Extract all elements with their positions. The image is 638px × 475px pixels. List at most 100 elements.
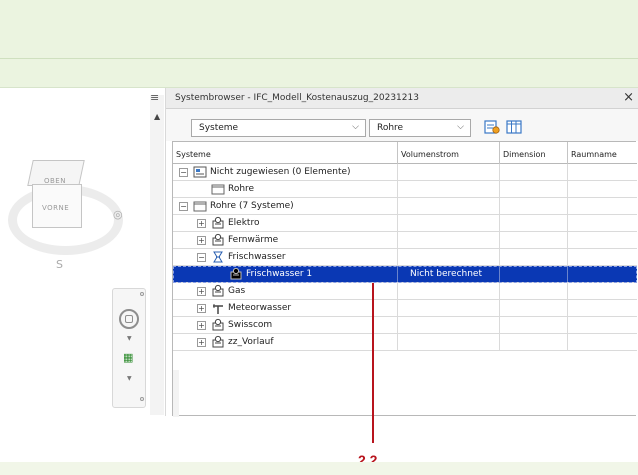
column-header-raumname[interactable]: Raumname <box>568 142 637 164</box>
cell-system[interactable] <box>173 232 398 248</box>
cell-dimension[interactable] <box>500 181 568 197</box>
expand-icon[interactable]: + <box>197 338 206 347</box>
cell-volumenstrom[interactable]: Nicht berechnet <box>398 266 500 282</box>
column-settings-icon[interactable] <box>506 119 522 135</box>
tree-row[interactable]: + Swisscom <box>173 317 637 334</box>
grid-header: Systeme Volumenstrom Dimension Raumname <box>173 142 637 164</box>
cell-raumname[interactable] <box>568 249 637 265</box>
cell-raumname[interactable] <box>568 232 637 248</box>
navigation-bar: ▼ ▦ ▼ <box>112 288 146 408</box>
tree-row[interactable]: − Rohre (7 Systeme) <box>173 198 637 215</box>
steering-wheel-icon[interactable] <box>119 309 139 329</box>
cell-dimension[interactable] <box>500 283 568 299</box>
cell-volumenstrom[interactable] <box>398 164 500 180</box>
cell-raumname[interactable] <box>568 317 637 333</box>
cell-volumenstrom[interactable] <box>398 232 500 248</box>
cell-system[interactable] <box>173 215 398 231</box>
cell-system[interactable] <box>173 283 398 299</box>
piping-system-icon <box>212 216 224 229</box>
cell-system[interactable] <box>173 317 398 333</box>
cell-raumname[interactable] <box>568 283 637 299</box>
expand-icon[interactable]: + <box>197 219 206 228</box>
bottom-band <box>0 462 638 475</box>
tree-row-label: Frischwasser <box>228 252 286 262</box>
cell-dimension[interactable] <box>500 300 568 316</box>
cell-dimension[interactable] <box>500 164 568 180</box>
cell-volumenstrom[interactable] <box>398 215 500 231</box>
cell-dimension[interactable] <box>500 266 568 282</box>
cell-dimension[interactable] <box>500 334 568 350</box>
tree-row[interactable]: Rohre <box>173 181 637 198</box>
panel-titlebar[interactable]: ≡ Systembrowser - IFC_Modell_Kostenauszu… <box>150 88 638 109</box>
column-header-dimension[interactable]: Dimension <box>500 142 568 164</box>
cell-dimension[interactable] <box>500 232 568 248</box>
cell-raumname[interactable] <box>568 198 637 214</box>
tree-row-label: Frischwasser 1 <box>246 269 313 279</box>
ribbon-divider <box>0 58 638 59</box>
tree-row-label: zz_Vorlauf <box>228 337 274 347</box>
tree-row[interactable]: − Nicht zugewiesen (0 Elemente) <box>173 164 637 181</box>
tree-row[interactable]: + Elektro <box>173 215 637 232</box>
system-settings-icon[interactable] <box>484 119 500 135</box>
tree-row[interactable]: + Meteorwasser <box>173 300 637 317</box>
cell-volumenstrom[interactable] <box>398 249 500 265</box>
tree-row[interactable]: + Fernwärme <box>173 232 637 249</box>
collapse-icon[interactable]: − <box>179 168 188 177</box>
cell-dimension[interactable] <box>500 249 568 265</box>
close-icon[interactable]: × <box>623 90 634 105</box>
cell-volumenstrom[interactable] <box>398 283 500 299</box>
panel-toolbar: Systeme ⌵ Rohre ⌵ <box>166 109 638 141</box>
chevron-down-icon: ⌵ <box>352 122 359 132</box>
cell-raumname[interactable] <box>568 334 637 350</box>
viewcube-rotate-icon[interactable]: ◎ <box>113 208 123 221</box>
tree-row-label: Nicht zugewiesen (0 Elemente) <box>210 167 351 177</box>
viewcube-compass-icon[interactable]: S <box>56 258 63 271</box>
systems-dropdown[interactable]: Systeme ⌵ <box>191 119 366 137</box>
discipline-dropdown-value: Rohre <box>377 123 404 133</box>
panel-menu-icon[interactable]: ≡ <box>150 91 159 104</box>
expand-icon[interactable]: + <box>197 304 206 313</box>
tree-row[interactable]: − Frischwasser <box>173 249 637 266</box>
ribbon-area <box>0 0 638 88</box>
chevron-down-icon[interactable]: ▼ <box>127 375 132 382</box>
cell-raumname[interactable] <box>568 164 637 180</box>
cell-raumname[interactable] <box>568 215 637 231</box>
expand-icon[interactable]: + <box>197 236 206 245</box>
cell-dimension[interactable] <box>500 317 568 333</box>
tree-row[interactable]: + zz_Vorlauf <box>173 334 637 351</box>
expand-icon[interactable]: + <box>197 287 206 296</box>
folder-icon <box>193 201 207 212</box>
collapse-icon[interactable]: − <box>179 202 188 211</box>
cell-system[interactable] <box>173 181 398 197</box>
cell-system[interactable] <box>173 334 398 350</box>
tree-row[interactable]: Nicht berechnet Frischwasser 1 <box>173 266 637 283</box>
chevron-down-icon[interactable]: ▼ <box>127 335 132 342</box>
cell-dimension[interactable] <box>500 215 568 231</box>
tree-row-label: Elektro <box>228 218 260 228</box>
chevron-down-icon: ⌵ <box>457 122 464 132</box>
collapse-icon[interactable]: − <box>197 253 206 262</box>
cell-raumname[interactable] <box>568 300 637 316</box>
tree-row-label: Fernwärme <box>228 235 279 245</box>
cell-volumenstrom[interactable] <box>398 198 500 214</box>
viewport-scrollbar[interactable] <box>150 95 164 415</box>
expand-icon[interactable]: + <box>197 321 206 330</box>
column-header-volumenstrom[interactable]: Volumenstrom <box>398 142 500 164</box>
piping-system-icon <box>212 335 224 348</box>
cell-volumenstrom[interactable] <box>398 181 500 197</box>
navbar-options-icon[interactable] <box>140 397 144 401</box>
tree-row[interactable]: + Gas <box>173 283 637 300</box>
discipline-dropdown[interactable]: Rohre ⌵ <box>369 119 471 137</box>
viewcube[interactable]: OBEN VORNE <box>27 160 86 232</box>
cell-volumenstrom[interactable] <box>398 317 500 333</box>
cell-volumenstrom[interactable] <box>398 334 500 350</box>
zoom-icon[interactable]: ▦ <box>123 351 133 364</box>
cell-dimension[interactable] <box>500 198 568 214</box>
steering-wheel-center-icon <box>125 315 133 323</box>
cell-raumname[interactable] <box>568 266 637 282</box>
column-header-systeme[interactable]: Systeme <box>173 142 398 164</box>
scroll-up-icon[interactable]: ▲ <box>154 112 160 121</box>
cell-volumenstrom[interactable] <box>398 300 500 316</box>
cell-raumname[interactable] <box>568 181 637 197</box>
navbar-close-icon[interactable] <box>140 292 144 296</box>
